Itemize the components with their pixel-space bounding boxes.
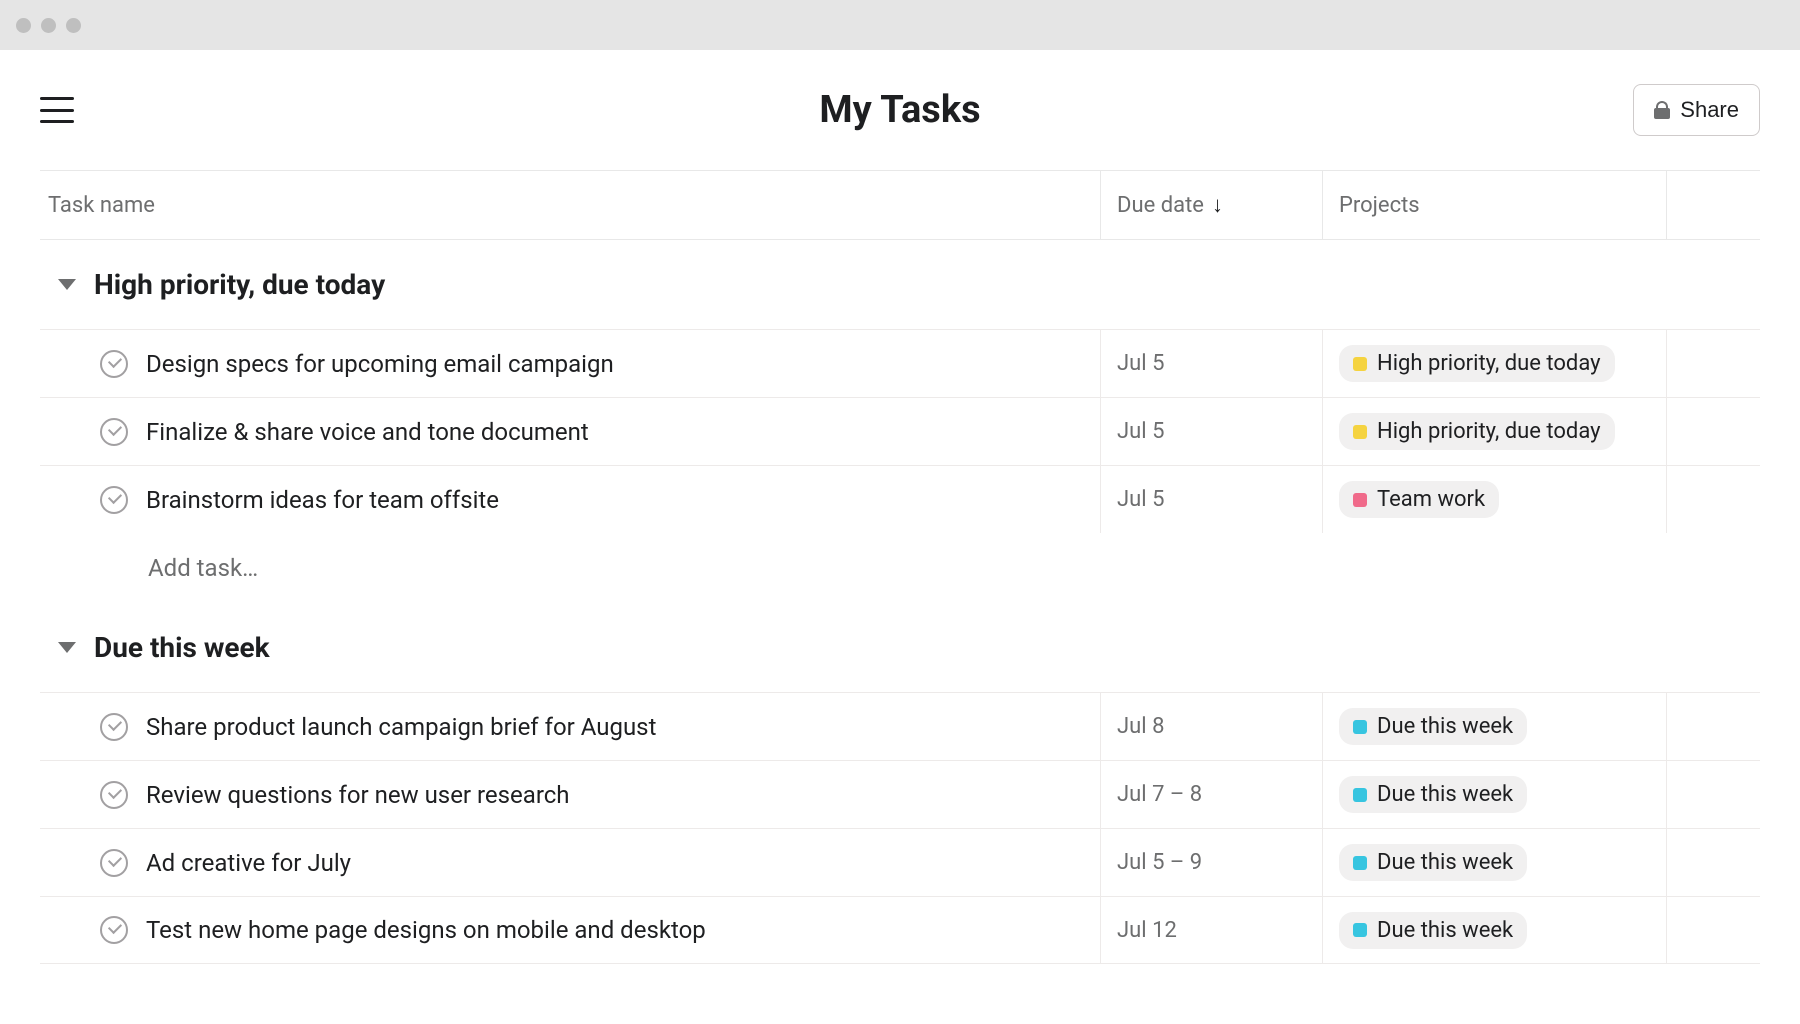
project-pill[interactable]: Due this week [1339, 912, 1527, 949]
task-due-date[interactable]: Jul 12 [1100, 897, 1322, 963]
project-color-dot [1353, 493, 1367, 507]
sort-desc-icon: ↓ [1212, 192, 1223, 218]
task-project-cell[interactable]: High priority, due today [1322, 398, 1666, 465]
task-name: Test new home page designs on mobile and… [146, 916, 706, 944]
row-spacer [1666, 897, 1760, 963]
complete-checkbox-icon[interactable] [100, 418, 128, 446]
row-spacer [1666, 466, 1760, 533]
project-color-dot [1353, 357, 1367, 371]
column-due-date[interactable]: Due date↓ [1117, 192, 1223, 218]
traffic-light-zoom[interactable] [66, 18, 81, 33]
section: High priority, due todayDesign specs for… [40, 240, 1760, 603]
project-color-dot [1353, 720, 1367, 734]
complete-checkbox-icon[interactable] [100, 350, 128, 378]
complete-checkbox-icon[interactable] [100, 713, 128, 741]
task-name: Share product launch campaign brief for … [146, 713, 656, 741]
project-label: High priority, due today [1377, 351, 1601, 376]
row-spacer [1666, 398, 1760, 465]
project-color-dot [1353, 923, 1367, 937]
project-label: Due this week [1377, 918, 1513, 943]
caret-down-icon[interactable] [58, 279, 76, 290]
section: Due this week Share product launch campai… [40, 603, 1760, 964]
column-projects[interactable]: Projects [1339, 193, 1420, 218]
project-label: Due this week [1377, 850, 1513, 875]
project-label: Due this week [1377, 782, 1513, 807]
section-title: High priority, due today [94, 268, 385, 301]
project-color-dot [1353, 788, 1367, 802]
task-due-date[interactable]: Jul 5 – 9 [1100, 829, 1322, 896]
add-task-input[interactable]: Add task… [40, 533, 1760, 603]
task-due-date[interactable]: Jul 7 – 8 [1100, 761, 1322, 828]
page-title: My Tasks [819, 88, 980, 132]
task-project-cell[interactable]: Due this week [1322, 897, 1666, 963]
task-row[interactable]: Finalize & share voice and tone document… [40, 397, 1760, 465]
share-button-label: Share [1680, 97, 1739, 123]
lock-icon [1654, 101, 1670, 119]
project-label: High priority, due today [1377, 419, 1601, 444]
section-header[interactable]: High priority, due today [40, 268, 1760, 329]
column-task-name[interactable]: Task name [48, 193, 155, 218]
task-row[interactable]: Brainstorm ideas for team offsite Jul 5 Te… [40, 465, 1760, 533]
project-pill[interactable]: Due this week [1339, 708, 1527, 745]
menu-icon[interactable] [40, 97, 74, 123]
task-row[interactable]: Ad creative for July Jul 5 – 9 Due this we… [40, 828, 1760, 896]
task-project-cell[interactable]: Team work [1322, 466, 1666, 533]
share-button[interactable]: Share [1633, 84, 1760, 136]
project-pill[interactable]: Due this week [1339, 776, 1527, 813]
task-due-date[interactable]: Jul 5 [1100, 398, 1322, 465]
complete-checkbox-icon[interactable] [100, 849, 128, 877]
table-header: Task name Due date↓ Projects [40, 170, 1760, 240]
complete-checkbox-icon[interactable] [100, 781, 128, 809]
task-name: Brainstorm ideas for team offsite [146, 486, 499, 514]
task-project-cell[interactable]: Due this week [1322, 761, 1666, 828]
caret-down-icon[interactable] [58, 642, 76, 653]
window-chrome [0, 0, 1800, 50]
project-color-dot [1353, 425, 1367, 439]
row-spacer [1666, 761, 1760, 828]
traffic-light-close[interactable] [16, 18, 31, 33]
task-name: Design specs for upcoming email campaign [146, 350, 614, 378]
project-pill[interactable]: Team work [1339, 481, 1499, 518]
project-pill[interactable]: High priority, due today [1339, 413, 1615, 450]
section-header[interactable]: Due this week [40, 631, 1760, 692]
task-due-date[interactable]: Jul 5 [1100, 330, 1322, 397]
complete-checkbox-icon[interactable] [100, 916, 128, 944]
complete-checkbox-icon[interactable] [100, 486, 128, 514]
task-project-cell[interactable]: High priority, due today [1322, 330, 1666, 397]
task-row[interactable]: Review questions for new user research Ju… [40, 760, 1760, 828]
task-project-cell[interactable]: Due this week [1322, 693, 1666, 760]
project-label: Team work [1377, 487, 1485, 512]
task-name: Finalize & share voice and tone document [146, 418, 589, 446]
project-pill[interactable]: High priority, due today [1339, 345, 1615, 382]
project-label: Due this week [1377, 714, 1513, 739]
row-spacer [1666, 829, 1760, 896]
task-row[interactable]: Test new home page designs on mobile and… [40, 896, 1760, 964]
row-spacer [1666, 693, 1760, 760]
row-spacer [1666, 330, 1760, 397]
project-pill[interactable]: Due this week [1339, 844, 1527, 881]
task-name: Ad creative for July [146, 849, 351, 877]
task-name: Review questions for new user research [146, 781, 570, 809]
section-title: Due this week [94, 631, 270, 664]
task-row[interactable]: Design specs for upcoming email campaign… [40, 329, 1760, 397]
traffic-light-minimize[interactable] [41, 18, 56, 33]
task-row[interactable]: Share product launch campaign brief for … [40, 692, 1760, 760]
task-due-date[interactable]: Jul 5 [1100, 466, 1322, 533]
task-project-cell[interactable]: Due this week [1322, 829, 1666, 896]
task-due-date[interactable]: Jul 8 [1100, 693, 1322, 760]
topbar: My Tasks Share [40, 50, 1760, 170]
project-color-dot [1353, 856, 1367, 870]
